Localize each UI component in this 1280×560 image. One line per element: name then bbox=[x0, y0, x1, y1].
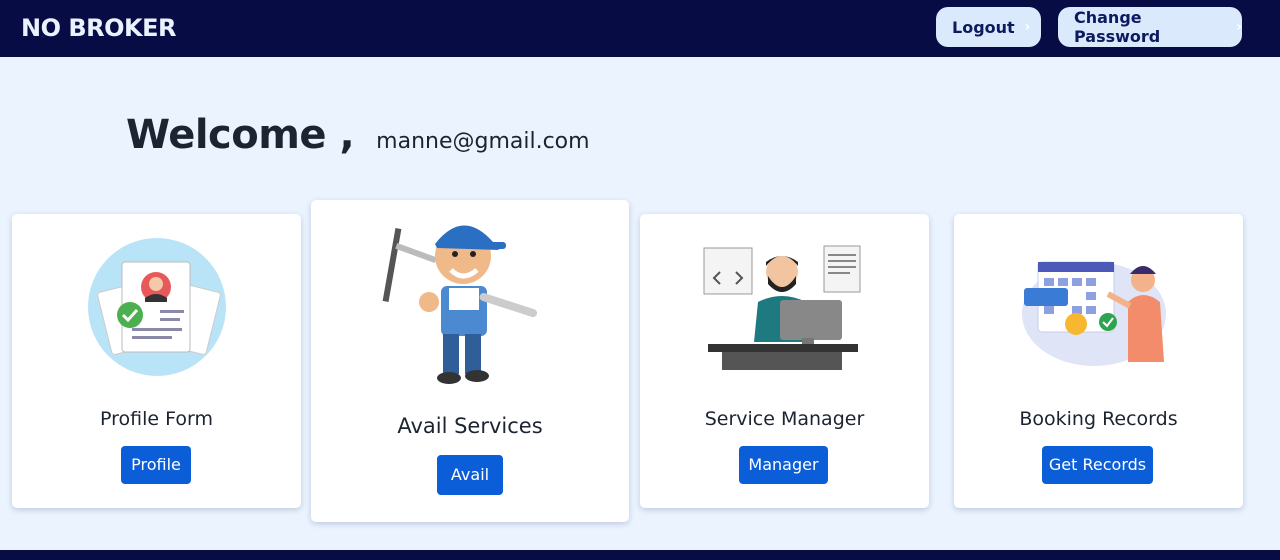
card-title: Service Manager bbox=[704, 408, 865, 430]
profile-form-illustration bbox=[88, 238, 226, 376]
cleaner-worker-illustration bbox=[382, 225, 538, 384]
welcome-heading: Welcome , manne@gmail.com bbox=[126, 112, 590, 158]
service-manager-card: Service Manager Manager bbox=[640, 214, 929, 508]
chevron-right-icon: › bbox=[1024, 19, 1031, 35]
user-email: manne@gmail.com bbox=[376, 129, 590, 154]
get-records-button[interactable]: Get Records bbox=[1042, 446, 1153, 484]
card-title: Avail Services bbox=[397, 414, 543, 438]
change-password-label: Change Password bbox=[1074, 8, 1161, 46]
avail-button[interactable]: Avail bbox=[437, 455, 503, 495]
calendar-booking-illustration bbox=[1022, 261, 1166, 366]
navbar: NO BROKER Logout › Change Password › bbox=[0, 0, 1280, 57]
logout-label: Logout bbox=[952, 17, 1015, 37]
change-password-button[interactable]: Change Password › bbox=[1058, 7, 1242, 47]
manager-at-desk-illustration bbox=[703, 245, 861, 370]
card-title: Profile Form bbox=[100, 408, 213, 430]
booking-records-card: Booking Records Get Records bbox=[954, 214, 1243, 508]
brand-logo[interactable]: NO BROKER bbox=[21, 14, 177, 42]
manager-button[interactable]: Manager bbox=[739, 446, 828, 484]
logout-button[interactable]: Logout › bbox=[936, 7, 1041, 47]
profile-button[interactable]: Profile bbox=[121, 446, 191, 484]
profile-form-card: Profile Form Profile bbox=[12, 214, 301, 508]
card-title: Booking Records bbox=[1019, 408, 1178, 430]
footer-bar bbox=[0, 550, 1280, 560]
welcome-title: Welcome , bbox=[126, 112, 355, 158]
chevron-right-icon: › bbox=[1236, 19, 1242, 35]
avail-services-card: Avail Services Avail bbox=[311, 200, 629, 522]
